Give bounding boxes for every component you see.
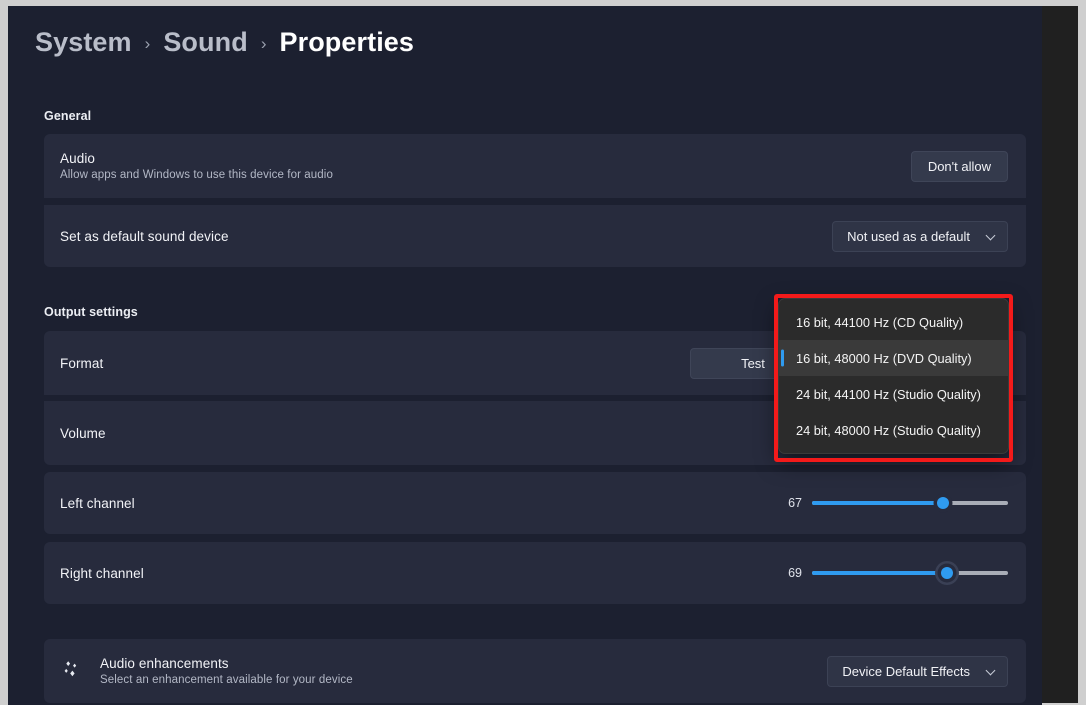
- row-right-channel-controls: 69: [782, 566, 1008, 580]
- row-default-device-texts: Set as default sound device: [60, 229, 832, 244]
- row-left-channel[interactable]: Left channel 67: [44, 472, 1026, 534]
- default-device-dropdown-value: Not used as a default: [847, 228, 970, 244]
- row-audio-enhancements[interactable]: Audio enhancements Select an enhancement…: [44, 639, 1026, 703]
- audio-enhancements-dropdown[interactable]: Device Default Effects: [827, 655, 1008, 687]
- dont-allow-button[interactable]: Don't allow: [910, 150, 1008, 182]
- row-right-channel-title: Right channel: [60, 565, 144, 581]
- chevron-down-icon: [986, 666, 997, 677]
- row-audio[interactable]: Audio Allow apps and Windows to use this…: [44, 134, 1026, 198]
- left-channel-value: 67: [788, 496, 802, 510]
- format-option-label: 24 bit, 44100 Hz (Studio Quality): [796, 386, 981, 402]
- row-format-title: Format: [60, 355, 104, 371]
- chevron-down-icon: [986, 231, 997, 242]
- row-left-channel-texts: Left channel: [60, 496, 782, 511]
- window-frame: System › Sound › Properties General Audi…: [0, 0, 1086, 705]
- row-audio-enhancements-controls: Device Default Effects: [827, 655, 1008, 687]
- right-channel-slider-fill: [812, 571, 948, 575]
- format-option-studio-48000[interactable]: 24 bit, 48000 Hz (Studio Quality): [779, 412, 1008, 448]
- row-left-channel-controls: 67: [782, 496, 1008, 510]
- row-audio-enhancements-title: Audio enhancements: [100, 656, 229, 671]
- format-option-label: 24 bit, 48000 Hz (Studio Quality): [796, 422, 981, 438]
- row-default-device-controls: Not used as a default: [832, 220, 1008, 252]
- format-option-dvd-quality[interactable]: 16 bit, 48000 Hz (DVD Quality): [779, 340, 1008, 376]
- default-device-dropdown[interactable]: Not used as a default: [832, 220, 1008, 252]
- breadcrumb-item-system[interactable]: System: [35, 27, 132, 58]
- row-audio-subtitle: Allow apps and Windows to use this devic…: [60, 169, 333, 181]
- breadcrumb: System › Sound › Properties: [35, 27, 414, 58]
- sparkle-icon: [60, 658, 100, 684]
- row-audio-texts: Audio Allow apps and Windows to use this…: [60, 151, 911, 181]
- audio-enhancements-dropdown-value: Device Default Effects: [842, 663, 970, 679]
- left-channel-slider[interactable]: [812, 497, 1008, 509]
- breadcrumb-separator-icon: ›: [260, 33, 267, 53]
- row-right-channel-texts: Right channel: [60, 566, 782, 581]
- breadcrumb-item-sound[interactable]: Sound: [163, 27, 247, 58]
- breadcrumb-item-properties: Properties: [279, 27, 415, 57]
- right-channel-value: 69: [788, 566, 802, 580]
- right-channel-slider-thumb[interactable]: [941, 567, 954, 579]
- row-right-channel[interactable]: Right channel 69: [44, 542, 1026, 604]
- left-channel-slider-group: 67: [782, 496, 1008, 510]
- format-dropdown-flyout: 16 bit, 44100 Hz (CD Quality) 16 bit, 48…: [778, 298, 1009, 454]
- section-heading-output-settings: Output settings: [44, 305, 138, 319]
- right-channel-slider[interactable]: [812, 567, 1008, 579]
- row-audio-controls: Don't allow: [910, 150, 1008, 182]
- settings-page: System › Sound › Properties General Audi…: [8, 6, 1042, 705]
- row-audio-enhancements-texts: Audio enhancements Select an enhancement…: [100, 656, 827, 686]
- left-channel-slider-thumb[interactable]: [937, 497, 950, 509]
- breadcrumb-separator-icon: ›: [144, 33, 151, 53]
- format-option-cd-quality[interactable]: 16 bit, 44100 Hz (CD Quality): [779, 304, 1008, 340]
- section-heading-general: General: [44, 109, 92, 123]
- row-left-channel-title: Left channel: [60, 495, 135, 511]
- row-default-device-title: Set as default sound device: [60, 228, 229, 244]
- format-option-studio-44100[interactable]: 24 bit, 44100 Hz (Studio Quality): [779, 376, 1008, 412]
- row-format-texts: Format: [60, 356, 690, 371]
- right-channel-slider-group: 69: [782, 566, 1008, 580]
- format-option-label: 16 bit, 48000 Hz (DVD Quality): [796, 350, 972, 366]
- left-channel-slider-fill: [812, 501, 944, 505]
- row-audio-enhancements-subtitle: Select an enhancement available for your…: [100, 674, 353, 686]
- row-audio-title: Audio: [60, 151, 96, 166]
- row-default-device[interactable]: Set as default sound device Not used as …: [44, 205, 1026, 267]
- format-option-label: 16 bit, 44100 Hz (CD Quality): [796, 314, 964, 330]
